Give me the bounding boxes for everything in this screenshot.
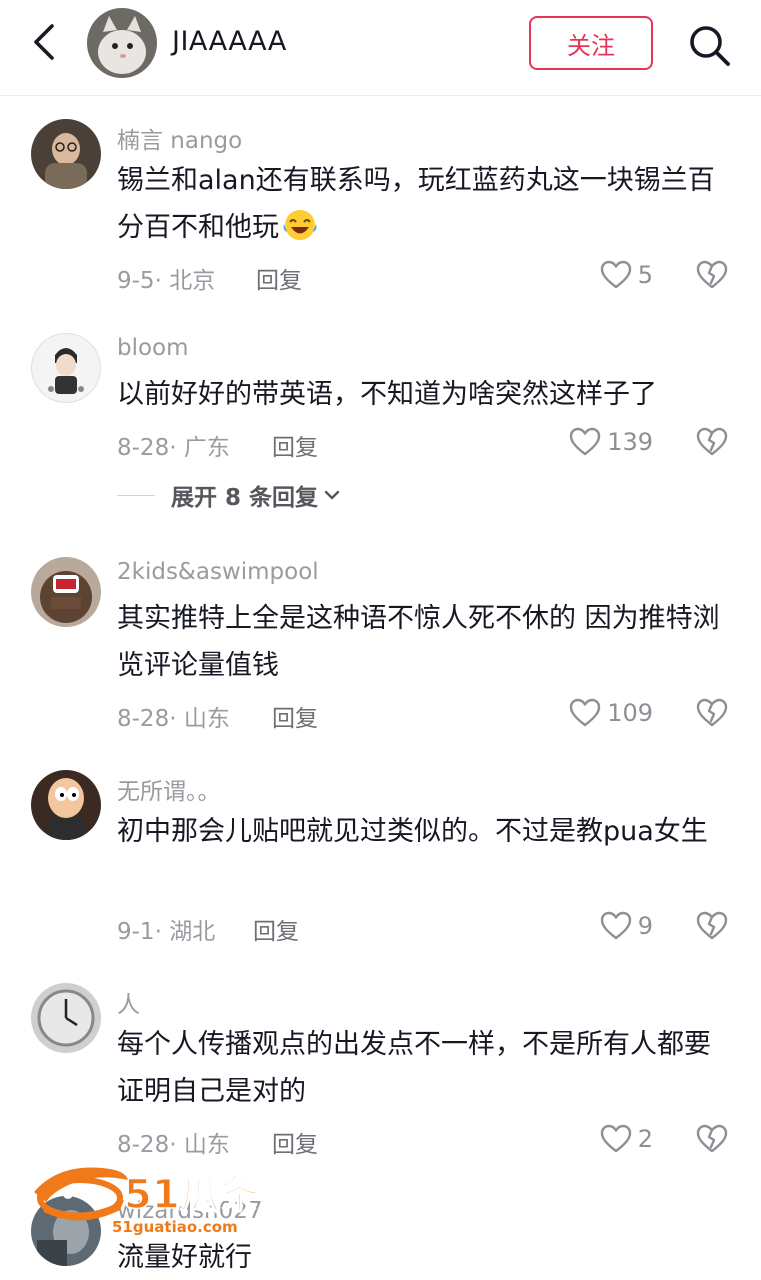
- comment-date-location: 8-28· 广东: [117, 435, 230, 461]
- expand-replies-button[interactable]: 展开 8 条回复: [117, 480, 342, 511]
- chevron-down-icon: [324, 490, 340, 500]
- commenter-avatar[interactable]: [31, 119, 101, 189]
- comment-text: 每个人传播观点的出发点不一样，不是所有人都要证明自己是对的: [117, 1029, 711, 1107]
- comment-date-location: 9-1· 湖北: [117, 919, 216, 945]
- commenter-username[interactable]: 楠言 nango: [117, 121, 242, 155]
- heart-icon: [600, 911, 631, 940]
- dislike-broken-heart-icon[interactable]: [696, 697, 728, 729]
- commenter-avatar[interactable]: [31, 770, 101, 840]
- commenter-username[interactable]: 无所谓。。: [117, 772, 221, 806]
- top-bar: JIAAAAA 关注: [0, 0, 761, 96]
- comment-text: 以前好好的带英语，不知道为啥突然这样子了: [117, 379, 657, 410]
- follow-button[interactable]: 关注: [529, 16, 653, 70]
- comment-text: 锡兰和alan还有联系吗，玩红蓝药丸这一块锡兰百分百不和他玩: [117, 165, 715, 243]
- commenter-avatar[interactable]: [31, 557, 101, 627]
- dislike-broken-heart-icon[interactable]: [696, 259, 728, 291]
- watermark-brand: 51瓜条: [124, 1172, 260, 1218]
- comment-date-location: 9-5· 北京: [117, 268, 216, 294]
- like-button[interactable]: 9: [600, 909, 653, 943]
- reply-button[interactable]: 回复: [272, 428, 318, 462]
- like-count: 9: [637, 912, 653, 940]
- comment-text: 其实推特上全是这种语不惊人死不休的 因为推特浏览评论量值钱: [117, 603, 720, 681]
- reply-button[interactable]: 回复: [272, 699, 318, 733]
- comment-text: 初中那会儿贴吧就见过类似的。不过是教pua女生: [117, 816, 708, 847]
- reply-button[interactable]: 回复: [272, 1125, 318, 1159]
- comment-date-location: 8-28· 山东: [117, 1132, 230, 1158]
- dislike-broken-heart-icon[interactable]: [696, 1123, 728, 1155]
- commenter-avatar[interactable]: [31, 333, 101, 403]
- commenter-avatar[interactable]: [31, 983, 101, 1053]
- heart-icon: [600, 1124, 631, 1153]
- expand-replies-label: 展开 8 条回复: [171, 485, 319, 511]
- watermark-url: 51guatiao.com: [112, 1218, 238, 1236]
- like-button[interactable]: 109: [569, 696, 653, 730]
- like-count: 2: [637, 1125, 653, 1153]
- like-button[interactable]: 139: [569, 425, 653, 459]
- back-arrow-icon[interactable]: [24, 20, 68, 64]
- like-count: 5: [637, 261, 653, 289]
- divider: [117, 494, 155, 496]
- like-button[interactable]: 2: [600, 1122, 653, 1156]
- watermark-logo: 51瓜条 51guatiao.com: [34, 1167, 260, 1236]
- like-button[interactable]: 5: [600, 258, 653, 292]
- heart-icon: [569, 698, 601, 727]
- profile-username[interactable]: JIAAAAA: [172, 26, 287, 57]
- profile-avatar[interactable]: [87, 8, 157, 78]
- dislike-broken-heart-icon[interactable]: [696, 426, 728, 458]
- like-count: 109: [607, 699, 653, 727]
- search-icon[interactable]: [686, 22, 732, 68]
- reply-button[interactable]: 回复: [253, 912, 299, 946]
- reply-button[interactable]: 回复: [256, 261, 302, 295]
- like-count: 139: [607, 428, 653, 456]
- heart-icon: [600, 260, 631, 289]
- commenter-username[interactable]: 2kids&aswimpool: [117, 559, 319, 585]
- comment-text: 流量好就行: [117, 1242, 252, 1273]
- commenter-username[interactable]: 人: [117, 985, 140, 1019]
- laughing-crying-emoji-icon: [283, 210, 317, 240]
- dislike-broken-heart-icon[interactable]: [696, 910, 728, 942]
- comment-date-location: 8-28· 山东: [117, 706, 230, 732]
- commenter-username[interactable]: bloom: [117, 335, 189, 361]
- heart-icon: [569, 427, 601, 456]
